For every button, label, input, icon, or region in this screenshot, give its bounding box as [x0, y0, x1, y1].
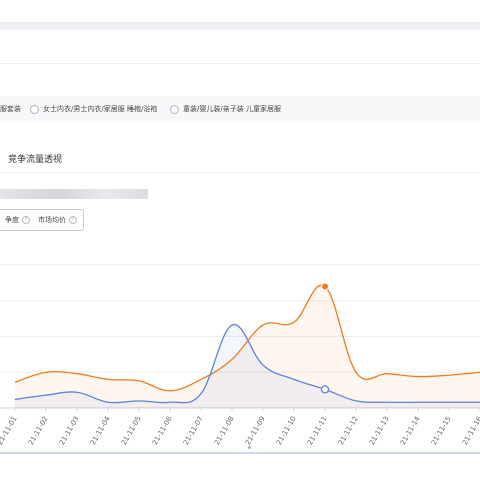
x-tick-label: 21-11-06 — [151, 415, 174, 447]
x-tick-label: 21-11-03 — [58, 415, 81, 447]
x-tick-label: 21-11-10 — [275, 415, 298, 447]
x-tick-label: 21-11-13 — [368, 415, 391, 447]
x-tick-label: 21-11-02 — [27, 415, 50, 447]
top-panel — [0, 0, 480, 23]
category-row: 服套装 女士内衣/男士内衣/家居服 睡袍/浴袍 童装/婴儿装/亲子装 儿童家居服 — [0, 96, 480, 122]
zoom-handle[interactable] — [248, 446, 251, 449]
category-option-2[interactable]: 童装/婴儿装/亲子装 儿童家居服 — [170, 96, 281, 122]
category-label: 服套装 — [0, 105, 21, 113]
section-title: 竞争流量透视 — [8, 155, 63, 165]
x-tick-label: 21-11-01 — [0, 415, 19, 447]
category-option-0[interactable]: 服套装 — [0, 96, 21, 122]
metric-label: 争度 — [5, 216, 19, 224]
x-tick-label: 21-11-09 — [244, 415, 267, 447]
metric-option-1[interactable]: 市场均价 ? — [38, 215, 77, 225]
highlight-point — [320, 385, 330, 394]
zoom-scrollbar[interactable] — [0, 452, 480, 454]
filter-panel: 服套装 女士内衣/男士内衣/家居服 睡袍/浴袍 童装/婴儿装/亲子装 儿童家居服 — [0, 30, 480, 158]
question-circle-icon: ? — [69, 216, 77, 224]
divider — [0, 63, 480, 64]
x-tick-label: 21-11-11 — [306, 415, 329, 447]
category-label: 女士内衣/男士内衣/家居服 睡袍/浴袍 — [43, 105, 158, 113]
x-tick-label: 21-11-04 — [89, 415, 112, 447]
blurred-text — [0, 189, 148, 199]
x-tick-label: 21-11-15 — [430, 415, 453, 447]
x-tick-label: 21-11-16 — [461, 415, 480, 447]
trend-chart: 21-11-01 21-11-02 21-11-03 21-11-04 21-11-05… — [0, 264, 480, 447]
x-tick-label: 21-11-14 — [399, 415, 422, 447]
x-tick-label: 21-11-12 — [337, 415, 360, 447]
divider — [0, 172, 480, 173]
radio-icon[interactable] — [170, 104, 179, 114]
radio-icon[interactable] — [30, 104, 39, 114]
question-circle-icon: ? — [22, 216, 30, 224]
category-option-1[interactable]: 女士内衣/男士内衣/家居服 睡袍/浴袍 — [30, 96, 157, 122]
metric-option-0[interactable]: 争度 ? — [5, 215, 30, 225]
metric-label: 市场均价 — [38, 216, 66, 224]
x-tick-label: 21-11-05 — [120, 415, 143, 447]
category-label: 童装/婴儿装/亲子装 儿童家居服 — [183, 105, 281, 113]
x-tick-label: 21-11-07 — [182, 415, 205, 447]
x-tick-label: 21-11-08 — [213, 415, 236, 447]
highlight-point — [321, 282, 329, 291]
metric-selector: 争度 ? 市场均价 ? — [0, 209, 84, 231]
